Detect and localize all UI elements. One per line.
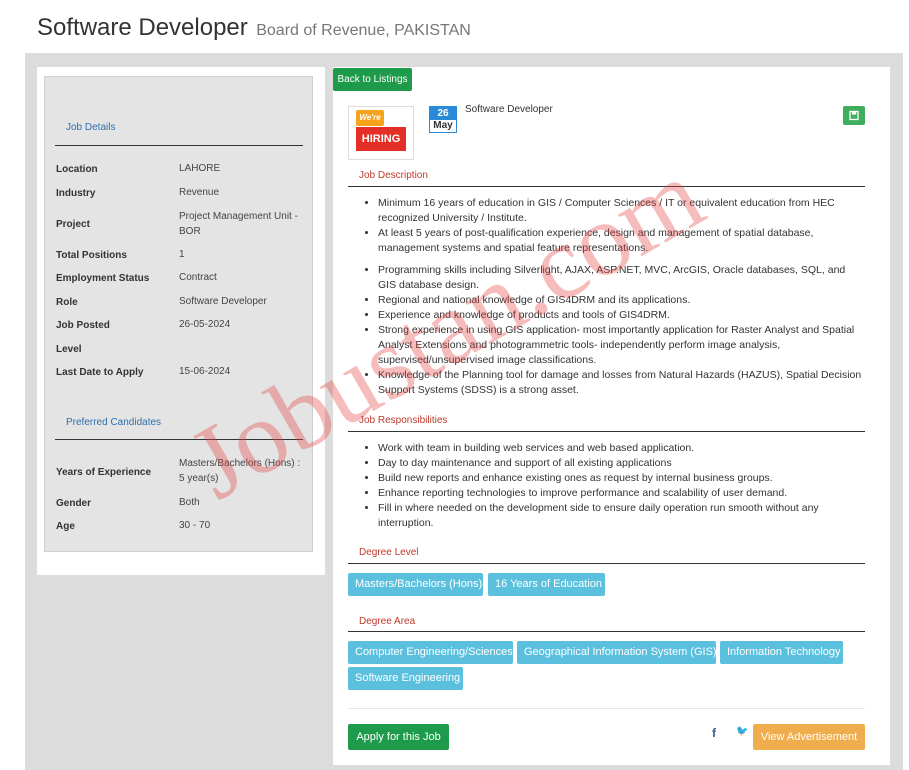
detail-value-industry: Revenue <box>179 187 220 198</box>
job-title: Software Developer <box>465 104 553 115</box>
detail-value-employment-status: Contract <box>179 272 217 283</box>
calendar-icon: 26 May <box>429 106 457 133</box>
facebook-icon[interactable]: f <box>712 726 716 740</box>
save-button[interactable] <box>843 106 865 125</box>
pref-value-age: 30 - 70 <box>179 520 211 531</box>
preferred-divider <box>55 439 303 440</box>
twitter-icon[interactable]: 🐦 <box>736 726 748 737</box>
description-item: Minimum 16 years of education in GIS / C… <box>378 196 865 226</box>
detail-label-role: Role <box>56 297 78 308</box>
responsibility-item: Day to day maintenance and support of al… <box>378 456 865 471</box>
degree-area-title: Degree Area <box>359 616 416 627</box>
page-title: Software Developer <box>37 14 248 41</box>
responsibility-item: Enhance reporting technologies to improv… <box>378 486 865 501</box>
job-details-divider <box>55 145 303 146</box>
job-responsibilities-divider <box>348 431 865 432</box>
job-details-title: Job Details <box>66 122 116 133</box>
footer-divider <box>348 708 865 709</box>
detail-label-project: Project <box>56 219 90 230</box>
degree-level-tag[interactable]: 16 Years of Education <box>488 573 605 596</box>
description-item: At least 5 years of post-qualification e… <box>378 226 865 256</box>
description-item: Programming skills including Silverlight… <box>378 263 865 293</box>
degree-area-tag[interactable]: Geographical Information System (GIS) <box>517 641 717 664</box>
job-description-title: Job Description <box>359 170 428 181</box>
description-item: Experience and knowledge of products and… <box>378 308 865 323</box>
page-header: Software Developer Board of Revenue, PAK… <box>37 14 471 42</box>
degree-area-divider <box>348 631 865 632</box>
detail-value-last-date: 15-06-2024 <box>179 366 231 377</box>
save-icon <box>849 110 859 121</box>
degree-area-tag[interactable]: Information Technology <box>720 641 843 664</box>
back-to-listings-button[interactable]: Back to Listings <box>333 68 412 91</box>
company-logo: We're HIRING <box>348 106 414 160</box>
logo-bubble: We're <box>356 110 384 126</box>
post-month: May <box>433 120 453 131</box>
pref-label-experience: Years of Experience <box>56 467 152 478</box>
pref-value-gender: Both <box>179 497 200 508</box>
job-description-list: Minimum 16 years of education in GIS / C… <box>361 196 865 398</box>
post-day: 26 <box>430 107 456 120</box>
pref-label-age: Age <box>56 521 75 532</box>
degree-area-tag[interactable]: Computer Engineering/Sciences <box>348 641 513 664</box>
job-responsibilities-title: Job Responsibilities <box>359 415 448 426</box>
detail-label-job-posted: Job Posted <box>56 320 110 331</box>
detail-value-job-posted: 26-05-2024 <box>179 319 231 330</box>
detail-value-total-positions: 1 <box>179 249 185 260</box>
degree-area-tag[interactable]: Software Engineering <box>348 667 463 690</box>
description-item: Knowledge of the Planning tool for damag… <box>378 368 865 398</box>
logo-banner: HIRING <box>356 127 406 151</box>
job-description-divider <box>348 186 865 187</box>
detail-value-location: LAHORE <box>179 163 221 174</box>
description-item: Regional and national knowledge of GIS4D… <box>378 293 865 308</box>
page-subtitle: Board of Revenue, PAKISTAN <box>256 22 471 39</box>
detail-label-total-positions: Total Positions <box>56 250 127 261</box>
responsibility-item: Fill in where needed on the development … <box>378 501 865 531</box>
responsibility-item: Work with team in building web services … <box>378 441 865 456</box>
job-responsibilities-list: Work with team in building web services … <box>361 441 865 531</box>
degree-level-title: Degree Level <box>359 547 419 558</box>
pref-label-gender: Gender <box>56 498 92 509</box>
responsibility-item: Build new reports and enhance existing o… <box>378 471 865 486</box>
view-advertisement-button[interactable]: View Advertisement <box>753 724 865 750</box>
description-item: Strong experience in using GIS applicati… <box>378 323 865 368</box>
detail-value-project: Project Management Unit - BOR <box>179 211 298 237</box>
degree-level-divider <box>348 563 865 564</box>
detail-label-level: Level <box>56 344 82 355</box>
degree-level-tag[interactable]: Masters/Bachelors (Hons) <box>348 573 483 596</box>
detail-label-employment-status: Employment Status <box>56 273 150 284</box>
apply-button[interactable]: Apply for this Job <box>348 724 449 750</box>
preferred-candidates-title: Preferred Candidates <box>66 417 162 428</box>
detail-label-location: Location <box>56 164 98 175</box>
detail-label-last-date: Last Date to Apply <box>56 367 144 378</box>
detail-label-industry: Industry <box>56 188 96 199</box>
pref-value-experience: Masters/Bachelors (Hons) : 5 year(s) <box>179 458 301 484</box>
detail-value-role: Software Developer <box>179 296 267 307</box>
